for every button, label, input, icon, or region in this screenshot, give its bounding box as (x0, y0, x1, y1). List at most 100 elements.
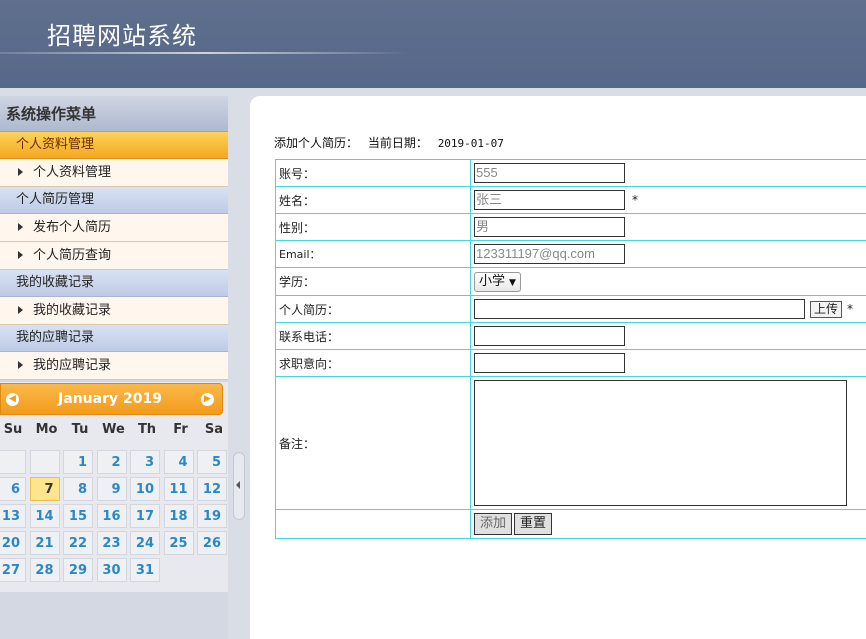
weekday-header: Mo (35, 422, 58, 437)
header-divider (0, 52, 410, 54)
upload-button[interactable]: 上传 (810, 300, 843, 318)
calendar-blank-cell (0, 450, 26, 474)
menu-group-resume[interactable]: 个人简历管理 (0, 187, 228, 214)
calendar-day[interactable]: 27 (0, 558, 26, 582)
menu-group-applications[interactable]: 我的应聘记录 (0, 325, 228, 352)
required-mark: * (632, 193, 638, 207)
calendar-day-today[interactable]: 7 (29, 477, 60, 501)
field-label: 学历： (275, 267, 471, 296)
calendar-day[interactable]: 2 (96, 450, 127, 474)
reset-button[interactable]: 重置 (514, 513, 553, 535)
triangle-right-icon (18, 251, 23, 259)
triangle-right-icon (18, 168, 23, 176)
form-row-phone: 联系电话： (275, 322, 866, 350)
form-row-email: Email： 123311197@qq.com (275, 240, 866, 268)
weekday-header: Tu (71, 422, 89, 437)
gender-field[interactable]: 男 (474, 217, 625, 237)
form-row-intention: 求职意向： (275, 349, 866, 377)
account-field[interactable]: 555 (474, 163, 625, 183)
calendar-day[interactable]: 6 (0, 477, 26, 501)
calendar-day[interactable]: 19 (197, 504, 227, 528)
menu-item-label: 发布个人简历 (33, 220, 112, 235)
dropdown-arrow-icon: ▼ (509, 277, 516, 288)
calendar-day[interactable]: 22 (63, 531, 93, 555)
weekday-header: Sa (204, 422, 224, 437)
form-row-actions: 添加 重置 (275, 509, 866, 539)
sidebar-collapse-handle[interactable] (233, 452, 245, 520)
field-label: 联系电话： (275, 322, 471, 350)
name-field[interactable]: 张三 (474, 190, 625, 210)
calendar-day[interactable]: 26 (197, 531, 227, 555)
menu-group-profile[interactable]: 个人资料管理 (0, 132, 228, 159)
calendar-day[interactable]: 4 (163, 450, 194, 474)
menu-item-profile-manage[interactable]: 个人资料管理 (0, 159, 228, 187)
triangle-right-icon (18, 361, 23, 369)
remark-textarea[interactable] (474, 380, 847, 506)
sidebar: 系统操作菜单 个人资料管理 个人资料管理 个人简历管理 发布个人简历 个人简历查… (0, 96, 228, 639)
calendar-day[interactable]: 3 (130, 450, 160, 474)
calendar-day[interactable]: 14 (29, 504, 60, 528)
calendar-day[interactable]: 5 (197, 450, 227, 474)
calendar-day[interactable]: 18 (163, 504, 194, 528)
calendar-day[interactable]: 8 (63, 477, 93, 501)
menu-item-label: 个人简历查询 (33, 248, 112, 263)
header: 招聘网站系统 (0, 0, 866, 88)
menu-group-favorites[interactable]: 我的收藏记录 (0, 270, 228, 297)
resume-file-field[interactable] (474, 299, 805, 319)
calendar-day[interactable]: 9 (96, 477, 127, 501)
calendar-day[interactable]: 30 (96, 558, 127, 582)
menu-item-favorites[interactable]: 我的收藏记录 (0, 297, 228, 325)
page-title: 添加个人简历： (274, 136, 359, 150)
field-label: 个人简历： (275, 295, 471, 323)
calendar-day[interactable]: 29 (63, 558, 93, 582)
page-caption: 添加个人简历： 当前日期： 2019-01-07 (274, 134, 504, 151)
calendar-day[interactable]: 25 (163, 531, 194, 555)
menu-item-query-resume[interactable]: 个人简历查询 (0, 242, 228, 270)
calendar-blank-cell (29, 450, 60, 474)
calendar-day[interactable]: 17 (130, 504, 160, 528)
calendar-day[interactable]: 11 (163, 477, 194, 501)
intention-field[interactable] (474, 353, 625, 373)
menu-item-label: 个人资料管理 (33, 165, 112, 180)
calendar-day[interactable]: 1 (63, 450, 93, 474)
field-label: 性别： (275, 213, 471, 241)
field-label: Email： (275, 240, 471, 268)
calendar-day[interactable]: 20 (0, 531, 26, 555)
calendar-day[interactable]: 10 (130, 477, 160, 501)
calendar-month-label: January 2019 (58, 391, 162, 407)
calendar-day[interactable]: 28 (29, 558, 60, 582)
main-panel: 添加个人简历： 当前日期： 2019-01-07 账号： 555 姓名： 张三 *… (250, 96, 866, 639)
current-date: 2019-01-07 (437, 137, 504, 150)
calendar-day[interactable]: 24 (130, 531, 160, 555)
calendar-day[interactable]: 21 (29, 531, 60, 555)
calendar-day[interactable]: 23 (96, 531, 127, 555)
next-month-icon[interactable]: ▶ (201, 393, 214, 406)
prev-month-icon[interactable]: ◀ (6, 393, 19, 406)
weekday-header: Fr (173, 422, 188, 437)
menu-item-applications[interactable]: 我的应聘记录 (0, 352, 228, 380)
resume-form: 账号： 555 姓名： 张三 * 性别： 男 Email： 123311197@q… (275, 159, 866, 539)
triangle-right-icon (18, 223, 23, 231)
weekday-header: We (102, 422, 125, 437)
field-label: 备注： (275, 376, 471, 510)
calendar-day[interactable]: 31 (130, 558, 160, 582)
triangle-right-icon (18, 306, 23, 314)
calendar-day[interactable]: 12 (197, 477, 227, 501)
sidebar-title: 系统操作菜单 (0, 96, 228, 132)
calendar-day[interactable]: 15 (63, 504, 93, 528)
calendar-day[interactable]: 16 (96, 504, 127, 528)
field-label: 求职意向： (275, 349, 471, 377)
calendar-day[interactable]: 13 (0, 504, 26, 528)
email-field[interactable]: 123311197@qq.com (474, 244, 625, 264)
add-button[interactable]: 添加 (474, 513, 513, 535)
form-row-account: 账号： 555 (275, 159, 866, 187)
education-select[interactable]: 小学 ▼ (474, 271, 521, 292)
education-selected: 小学 (479, 273, 506, 289)
date-label: 当前日期： (367, 136, 428, 150)
chevron-left-icon (236, 481, 240, 489)
menu-item-publish-resume[interactable]: 发布个人简历 (0, 214, 228, 242)
form-row-remark: 备注： (275, 376, 866, 510)
phone-field[interactable] (474, 326, 625, 346)
menu-item-label: 我的收藏记录 (33, 303, 112, 318)
weekday-header: Su (3, 422, 23, 437)
